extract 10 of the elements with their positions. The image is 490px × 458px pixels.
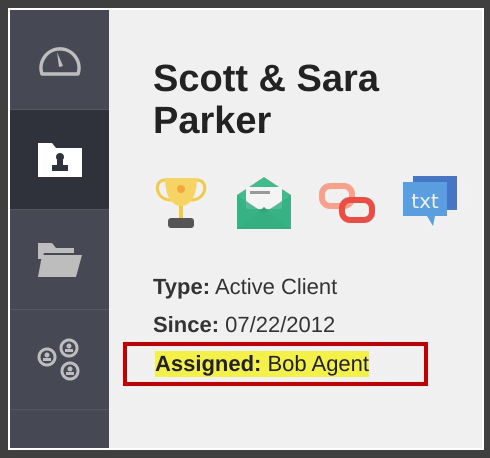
trophy-icon[interactable] bbox=[153, 176, 209, 230]
contact-card-icon bbox=[38, 142, 82, 176]
contact-name: Scott & Sara Parker bbox=[153, 58, 380, 142]
txt-label: txt bbox=[411, 189, 439, 213]
detail-line: Since: 07/22/2012 bbox=[153, 312, 336, 338]
folder-icon bbox=[38, 242, 82, 276]
link-icon[interactable] bbox=[319, 181, 375, 225]
sidebar-item[interactable] bbox=[10, 110, 109, 210]
detail-line: Type: Active Client bbox=[153, 274, 338, 300]
envelope-icon[interactable] bbox=[237, 177, 291, 229]
